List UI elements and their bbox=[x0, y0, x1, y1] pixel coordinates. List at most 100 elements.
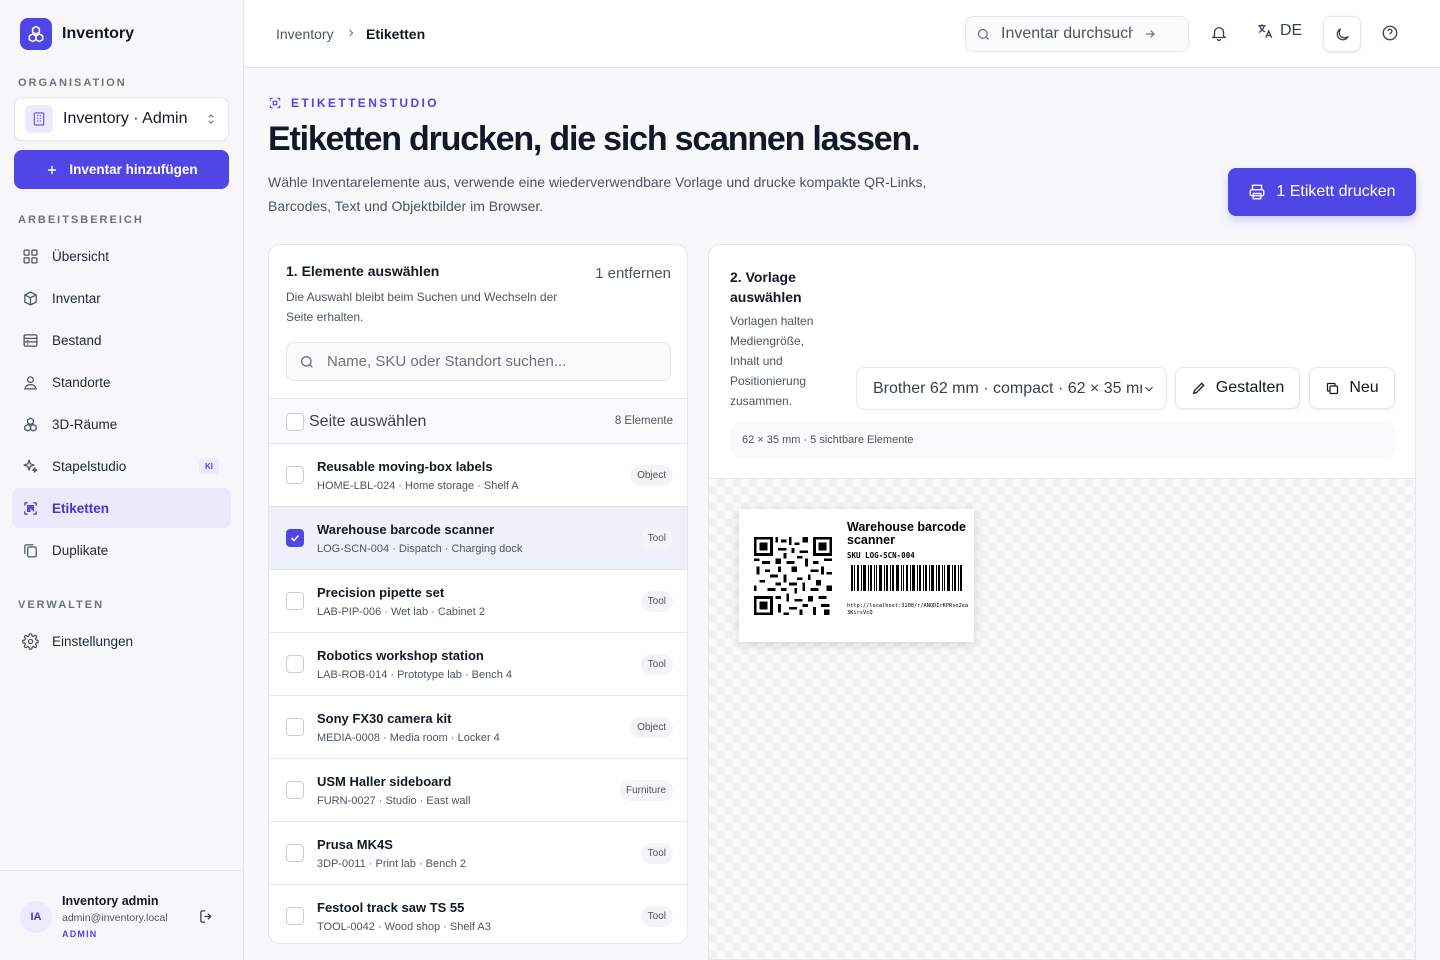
list-item[interactable]: Festool track saw TS 55 TOOL-0042 · Wood… bbox=[269, 885, 687, 943]
arrow-right-icon[interactable] bbox=[1143, 27, 1157, 41]
item-name: Warehouse barcode scanner bbox=[317, 522, 495, 537]
remove-selection-button[interactable]: 1 entfernen bbox=[595, 265, 671, 282]
sidebar-item-batch-studio[interactable]: Stapelstudio KI bbox=[12, 446, 231, 486]
pin-icon bbox=[24, 375, 37, 390]
bell-icon bbox=[1211, 27, 1227, 42]
sidebar-item-3d-rooms[interactable]: 3D-Räume bbox=[12, 404, 231, 444]
help-icon bbox=[1382, 25, 1398, 41]
check-icon bbox=[290, 534, 300, 542]
list-item[interactable]: Reusable moving-box labels HOME-LBL-024 … bbox=[269, 444, 687, 507]
item-search-input[interactable] bbox=[327, 353, 657, 370]
brand[interactable]: Inventory bbox=[20, 18, 134, 50]
scan-icon bbox=[269, 97, 281, 109]
user-name: Inventory admin bbox=[62, 894, 159, 908]
item-checkbox[interactable] bbox=[286, 655, 304, 673]
list-item[interactable]: Sony FX30 camera kit MEDIA-0008 · Media … bbox=[269, 696, 687, 759]
global-search[interactable] bbox=[965, 16, 1189, 52]
sidebar-item-duplicates[interactable]: Duplikate bbox=[12, 530, 231, 570]
plus-icon bbox=[48, 165, 57, 174]
panel-title: 2. Vorlage auswählen bbox=[730, 269, 802, 305]
brand-logo-icon bbox=[20, 18, 52, 50]
item-meta: FURN-0027 · Studio · East wall bbox=[317, 795, 471, 807]
sidebar-item-overview[interactable]: Übersicht bbox=[12, 236, 231, 276]
notifications-button[interactable] bbox=[1210, 24, 1228, 42]
user-panel: IA Inventory admin admin@inventory.local… bbox=[0, 870, 243, 960]
stack-icon bbox=[23, 333, 38, 347]
search-icon bbox=[977, 28, 989, 40]
select-page-row: Seite auswählen 8 Elemente bbox=[269, 398, 687, 444]
list-item[interactable]: Precision pipette set LAB-PIP-006 · Wet … bbox=[269, 570, 687, 633]
item-checkbox[interactable] bbox=[286, 466, 304, 484]
item-checkbox[interactable] bbox=[286, 844, 304, 862]
template-select[interactable]: Brother 62 mm · compact · 62 × 35 mm bbox=[856, 367, 1167, 410]
language-switcher[interactable]: DE bbox=[1256, 22, 1302, 40]
eyebrow-label: ETIKETTENSTUDIO bbox=[291, 96, 440, 110]
list-item[interactable]: Prusa MK4S 3DP-0011 · Print lab · Bench … bbox=[269, 822, 687, 885]
chevron-right-icon bbox=[349, 29, 354, 37]
avatar[interactable]: IA bbox=[20, 901, 52, 933]
grid-icon bbox=[23, 248, 38, 264]
item-count: 8 Elemente bbox=[614, 415, 673, 427]
sparkles-icon bbox=[23, 458, 38, 473]
item-meta: MEDIA-0008 · Media room · Locker 4 bbox=[317, 732, 500, 744]
add-inventory-button[interactable]: Inventar hinzufügen bbox=[14, 150, 229, 189]
item-meta: 3DP-0011 · Print lab · Bench 2 bbox=[317, 858, 466, 870]
design-template-label: Gestalten bbox=[1215, 379, 1285, 396]
barcode bbox=[851, 565, 962, 591]
global-search-input[interactable] bbox=[1001, 25, 1133, 43]
sidebar-item-labels[interactable]: Etiketten bbox=[12, 488, 231, 528]
breadcrumb-inventory[interactable]: Inventory bbox=[276, 26, 334, 42]
building-icon bbox=[25, 105, 53, 133]
item-name: Precision pipette set bbox=[317, 585, 445, 600]
brand-name: Inventory bbox=[62, 25, 135, 42]
sidebar-item-inventory[interactable]: Inventar bbox=[12, 278, 231, 318]
print-labels-button[interactable]: 1 Etikett drucken bbox=[1228, 168, 1416, 216]
new-template-button[interactable]: Neu bbox=[1309, 367, 1395, 409]
sidebar: Inventory ORGANISATION Inventory · Admin… bbox=[0, 0, 244, 960]
design-template-button[interactable]: Gestalten bbox=[1175, 367, 1300, 409]
template-info: 62 × 35 mm · 5 sichtbare Elemente bbox=[730, 423, 1396, 457]
workspace-section-label: ARBEITSBEREICH bbox=[18, 214, 144, 226]
org-switcher[interactable]: Inventory · Admin bbox=[14, 97, 229, 141]
label-preview[interactable]: Warehouse barcode scanner SKU LOG-SCN-00… bbox=[739, 509, 974, 642]
theme-toggle-button[interactable] bbox=[1323, 16, 1361, 52]
sidebar-item-label: Etiketten bbox=[52, 500, 110, 516]
user-email: admin@inventory.local bbox=[62, 912, 168, 924]
add-inventory-label: Inventar hinzufügen bbox=[69, 162, 198, 177]
item-checkbox[interactable] bbox=[286, 781, 304, 799]
sidebar-item-settings[interactable]: Einstellungen bbox=[12, 621, 231, 661]
sidebar-item-stock[interactable]: Bestand bbox=[12, 320, 231, 360]
cubes-icon bbox=[24, 416, 37, 432]
sidebar-item-label: 3D-Räume bbox=[52, 416, 118, 432]
logout-button[interactable] bbox=[198, 908, 215, 930]
category-badge: Tool bbox=[640, 528, 673, 549]
moon-icon bbox=[1336, 27, 1349, 40]
list-item[interactable]: USM Haller sideboard FURN-0027 · Studio … bbox=[269, 759, 687, 822]
org-name: Inventory · Admin bbox=[63, 110, 188, 127]
item-search[interactable] bbox=[286, 342, 671, 381]
page-description: Wähle Inventarelemente aus, verwende ein… bbox=[268, 174, 927, 214]
topbar: Inventory Etiketten DE bbox=[244, 0, 1440, 68]
item-checkbox[interactable] bbox=[286, 529, 304, 547]
sidebar-item-locations[interactable]: Standorte bbox=[12, 362, 231, 402]
item-checkbox[interactable] bbox=[286, 718, 304, 736]
logout-icon bbox=[200, 910, 212, 923]
panel-description: Vorlagen halten Mediengröße, Inhalt und … bbox=[730, 314, 814, 408]
item-meta: LAB-PIP-006 · Wet lab · Cabinet 2 bbox=[317, 606, 485, 618]
chevron-down-icon bbox=[1145, 386, 1153, 392]
manage-section-label: VERWALTEN bbox=[18, 599, 105, 611]
item-meta: HOME-LBL-024 · Home storage · Shelf A bbox=[317, 480, 519, 492]
list-item[interactable]: Robotics workshop station LAB-ROB-014 · … bbox=[269, 633, 687, 696]
select-page-checkbox[interactable] bbox=[286, 413, 304, 431]
label-sku: SKU LOG-SCN-004 bbox=[847, 551, 915, 560]
list-item[interactable]: Warehouse barcode scanner LOG-SCN-004 · … bbox=[269, 507, 687, 570]
category-badge: Object bbox=[630, 717, 673, 738]
select-items-panel: 1. Elemente auswählen 1 entfernen Die Au… bbox=[268, 244, 688, 944]
gear-icon bbox=[22, 632, 39, 650]
item-name: Robotics workshop station bbox=[317, 648, 484, 663]
item-checkbox[interactable] bbox=[286, 907, 304, 925]
item-checkbox[interactable] bbox=[286, 592, 304, 610]
help-button[interactable] bbox=[1381, 24, 1399, 42]
sidebar-item-label: Inventar bbox=[52, 290, 101, 306]
label-preview-canvas: Warehouse barcode scanner SKU LOG-SCN-00… bbox=[709, 478, 1415, 959]
